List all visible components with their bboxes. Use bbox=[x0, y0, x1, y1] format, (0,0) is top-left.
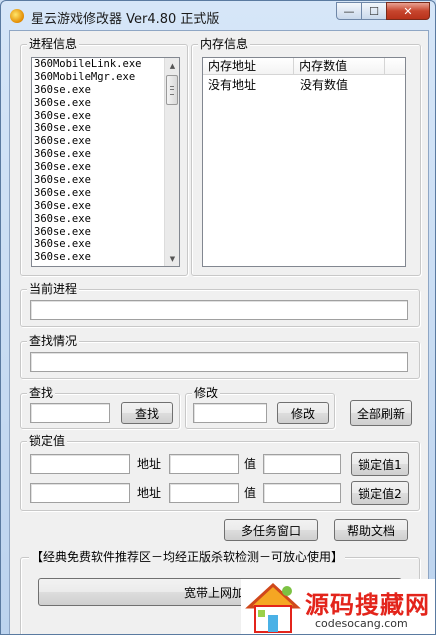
scroll-thumb[interactable] bbox=[166, 75, 178, 105]
memory-group-label: 内存信息 bbox=[198, 36, 251, 52]
list-item[interactable]: 360se.exe bbox=[32, 110, 179, 123]
list-item[interactable]: 360se.exe bbox=[32, 161, 179, 174]
list-item[interactable]: 360se.exe bbox=[32, 174, 179, 187]
lock1-value-label: 值 bbox=[244, 457, 257, 471]
lock-value-1-button[interactable]: 锁定值1 bbox=[351, 452, 409, 476]
list-item[interactable]: 360se.exe bbox=[32, 200, 179, 213]
list-item[interactable]: 360se.exe bbox=[32, 122, 179, 135]
table-cell-address: 没有地址 bbox=[208, 78, 257, 92]
lock2-address-label: 地址 bbox=[137, 486, 162, 500]
lock-values-label: 锁定值 bbox=[27, 433, 68, 449]
search-status-group: 查找情况 bbox=[20, 333, 420, 379]
modify-label: 修改 bbox=[192, 385, 221, 401]
list-item[interactable]: 360MobileLink.exe bbox=[32, 58, 179, 71]
app-window: 星云游戏修改器 Ver4.80 正式版 — ☐ ✕ 进程信息 360Mobile… bbox=[0, 0, 436, 635]
table-row[interactable]: 没有地址 没有数值 bbox=[203, 76, 405, 94]
process-list: 360MobileLink.exe 360MobileMgr.exe 360se.e… bbox=[32, 58, 179, 264]
list-item[interactable]: 360se.exe bbox=[32, 187, 179, 200]
column-header-address[interactable]: 内存地址 bbox=[203, 58, 295, 75]
search-group: 查找 查找 bbox=[20, 385, 180, 429]
search-input[interactable] bbox=[30, 403, 110, 423]
app-icon bbox=[10, 9, 24, 23]
list-item[interactable]: 360se.exe bbox=[32, 213, 179, 226]
column-header-filler bbox=[385, 58, 405, 75]
ad-group-label: 【经典免费软件推荐区－均经正版杀软检测－可放心使用】 bbox=[29, 549, 346, 565]
list-item[interactable]: 360se.exe bbox=[32, 84, 179, 97]
modify-input[interactable] bbox=[193, 403, 267, 423]
current-process-field[interactable] bbox=[30, 300, 408, 320]
lock-values-group: 锁定值 地址 值 锁定值1 地址 值 锁定值2 bbox=[20, 433, 420, 511]
lock-value-2-button[interactable]: 锁定值2 bbox=[351, 481, 409, 505]
list-item[interactable]: 360se.exe bbox=[32, 238, 179, 251]
title-bar[interactable]: 星云游戏修改器 Ver4.80 正式版 — ☐ ✕ bbox=[1, 1, 435, 31]
close-button[interactable]: ✕ bbox=[386, 2, 430, 20]
table-cell-value: 没有数值 bbox=[300, 78, 349, 92]
scroll-down-arrow-icon[interactable]: ▼ bbox=[165, 251, 179, 266]
lock1-name-input[interactable] bbox=[30, 454, 130, 474]
lock2-address-input[interactable] bbox=[169, 483, 239, 503]
multitask-window-button[interactable]: 多任务窗口 bbox=[224, 519, 318, 541]
modify-button[interactable]: 修改 bbox=[277, 402, 329, 424]
watermark-name: 源码搜藏网 bbox=[305, 591, 430, 619]
lock2-value-input[interactable] bbox=[263, 483, 341, 503]
list-item[interactable]: 360se.exe bbox=[32, 97, 179, 110]
search-status-field[interactable] bbox=[30, 352, 408, 372]
house-logo-icon bbox=[245, 582, 301, 633]
memory-listview[interactable]: 内存地址 内存数值 没有地址 没有数值 bbox=[202, 57, 406, 267]
list-item[interactable]: 360se.exe bbox=[32, 135, 179, 148]
memory-group: 内存信息 内存地址 内存数值 没有地址 没有数值 bbox=[191, 36, 421, 276]
lock1-address-label: 地址 bbox=[137, 457, 162, 471]
list-item[interactable]: 360se.exe bbox=[32, 251, 179, 264]
process-listbox[interactable]: 360MobileLink.exe 360MobileMgr.exe 360se.e… bbox=[31, 57, 180, 267]
lock1-value-input[interactable] bbox=[263, 454, 341, 474]
client-area: 进程信息 360MobileLink.exe 360MobileMgr.exe 36… bbox=[9, 30, 429, 634]
lock2-value-label: 值 bbox=[244, 486, 257, 500]
help-docs-button[interactable]: 帮助文档 bbox=[334, 519, 408, 541]
current-process-label: 当前进程 bbox=[27, 281, 80, 297]
watermark: 源码搜藏网 codesocang.com bbox=[241, 579, 435, 634]
lock2-name-input[interactable] bbox=[30, 483, 130, 503]
search-label: 查找 bbox=[27, 385, 56, 401]
process-group: 进程信息 360MobileLink.exe 360MobileMgr.exe 36… bbox=[20, 36, 188, 276]
lock1-address-input[interactable] bbox=[169, 454, 239, 474]
list-item[interactable]: 360se.exe bbox=[32, 226, 179, 239]
process-scrollbar[interactable]: ▲ ▼ bbox=[164, 58, 179, 266]
current-process-group: 当前进程 bbox=[20, 281, 420, 327]
column-header-value[interactable]: 内存数值 bbox=[294, 58, 386, 75]
watermark-domain: codesocang.com bbox=[315, 617, 408, 630]
search-status-label: 查找情况 bbox=[27, 333, 80, 349]
maximize-button[interactable]: ☐ bbox=[361, 2, 387, 20]
refresh-all-button[interactable]: 全部刷新 bbox=[350, 400, 412, 426]
scroll-up-arrow-icon[interactable]: ▲ bbox=[165, 58, 179, 73]
modify-group: 修改 修改 bbox=[185, 385, 335, 429]
process-group-label: 进程信息 bbox=[27, 36, 80, 52]
minimize-button[interactable]: — bbox=[336, 2, 362, 20]
list-item[interactable]: 360MobileMgr.exe bbox=[32, 71, 179, 84]
search-button[interactable]: 查找 bbox=[121, 402, 173, 424]
memory-list-header: 内存地址 内存数值 bbox=[203, 58, 405, 75]
list-item[interactable]: 360se.exe bbox=[32, 148, 179, 161]
window-title: 星云游戏修改器 Ver4.80 正式版 bbox=[31, 12, 220, 27]
